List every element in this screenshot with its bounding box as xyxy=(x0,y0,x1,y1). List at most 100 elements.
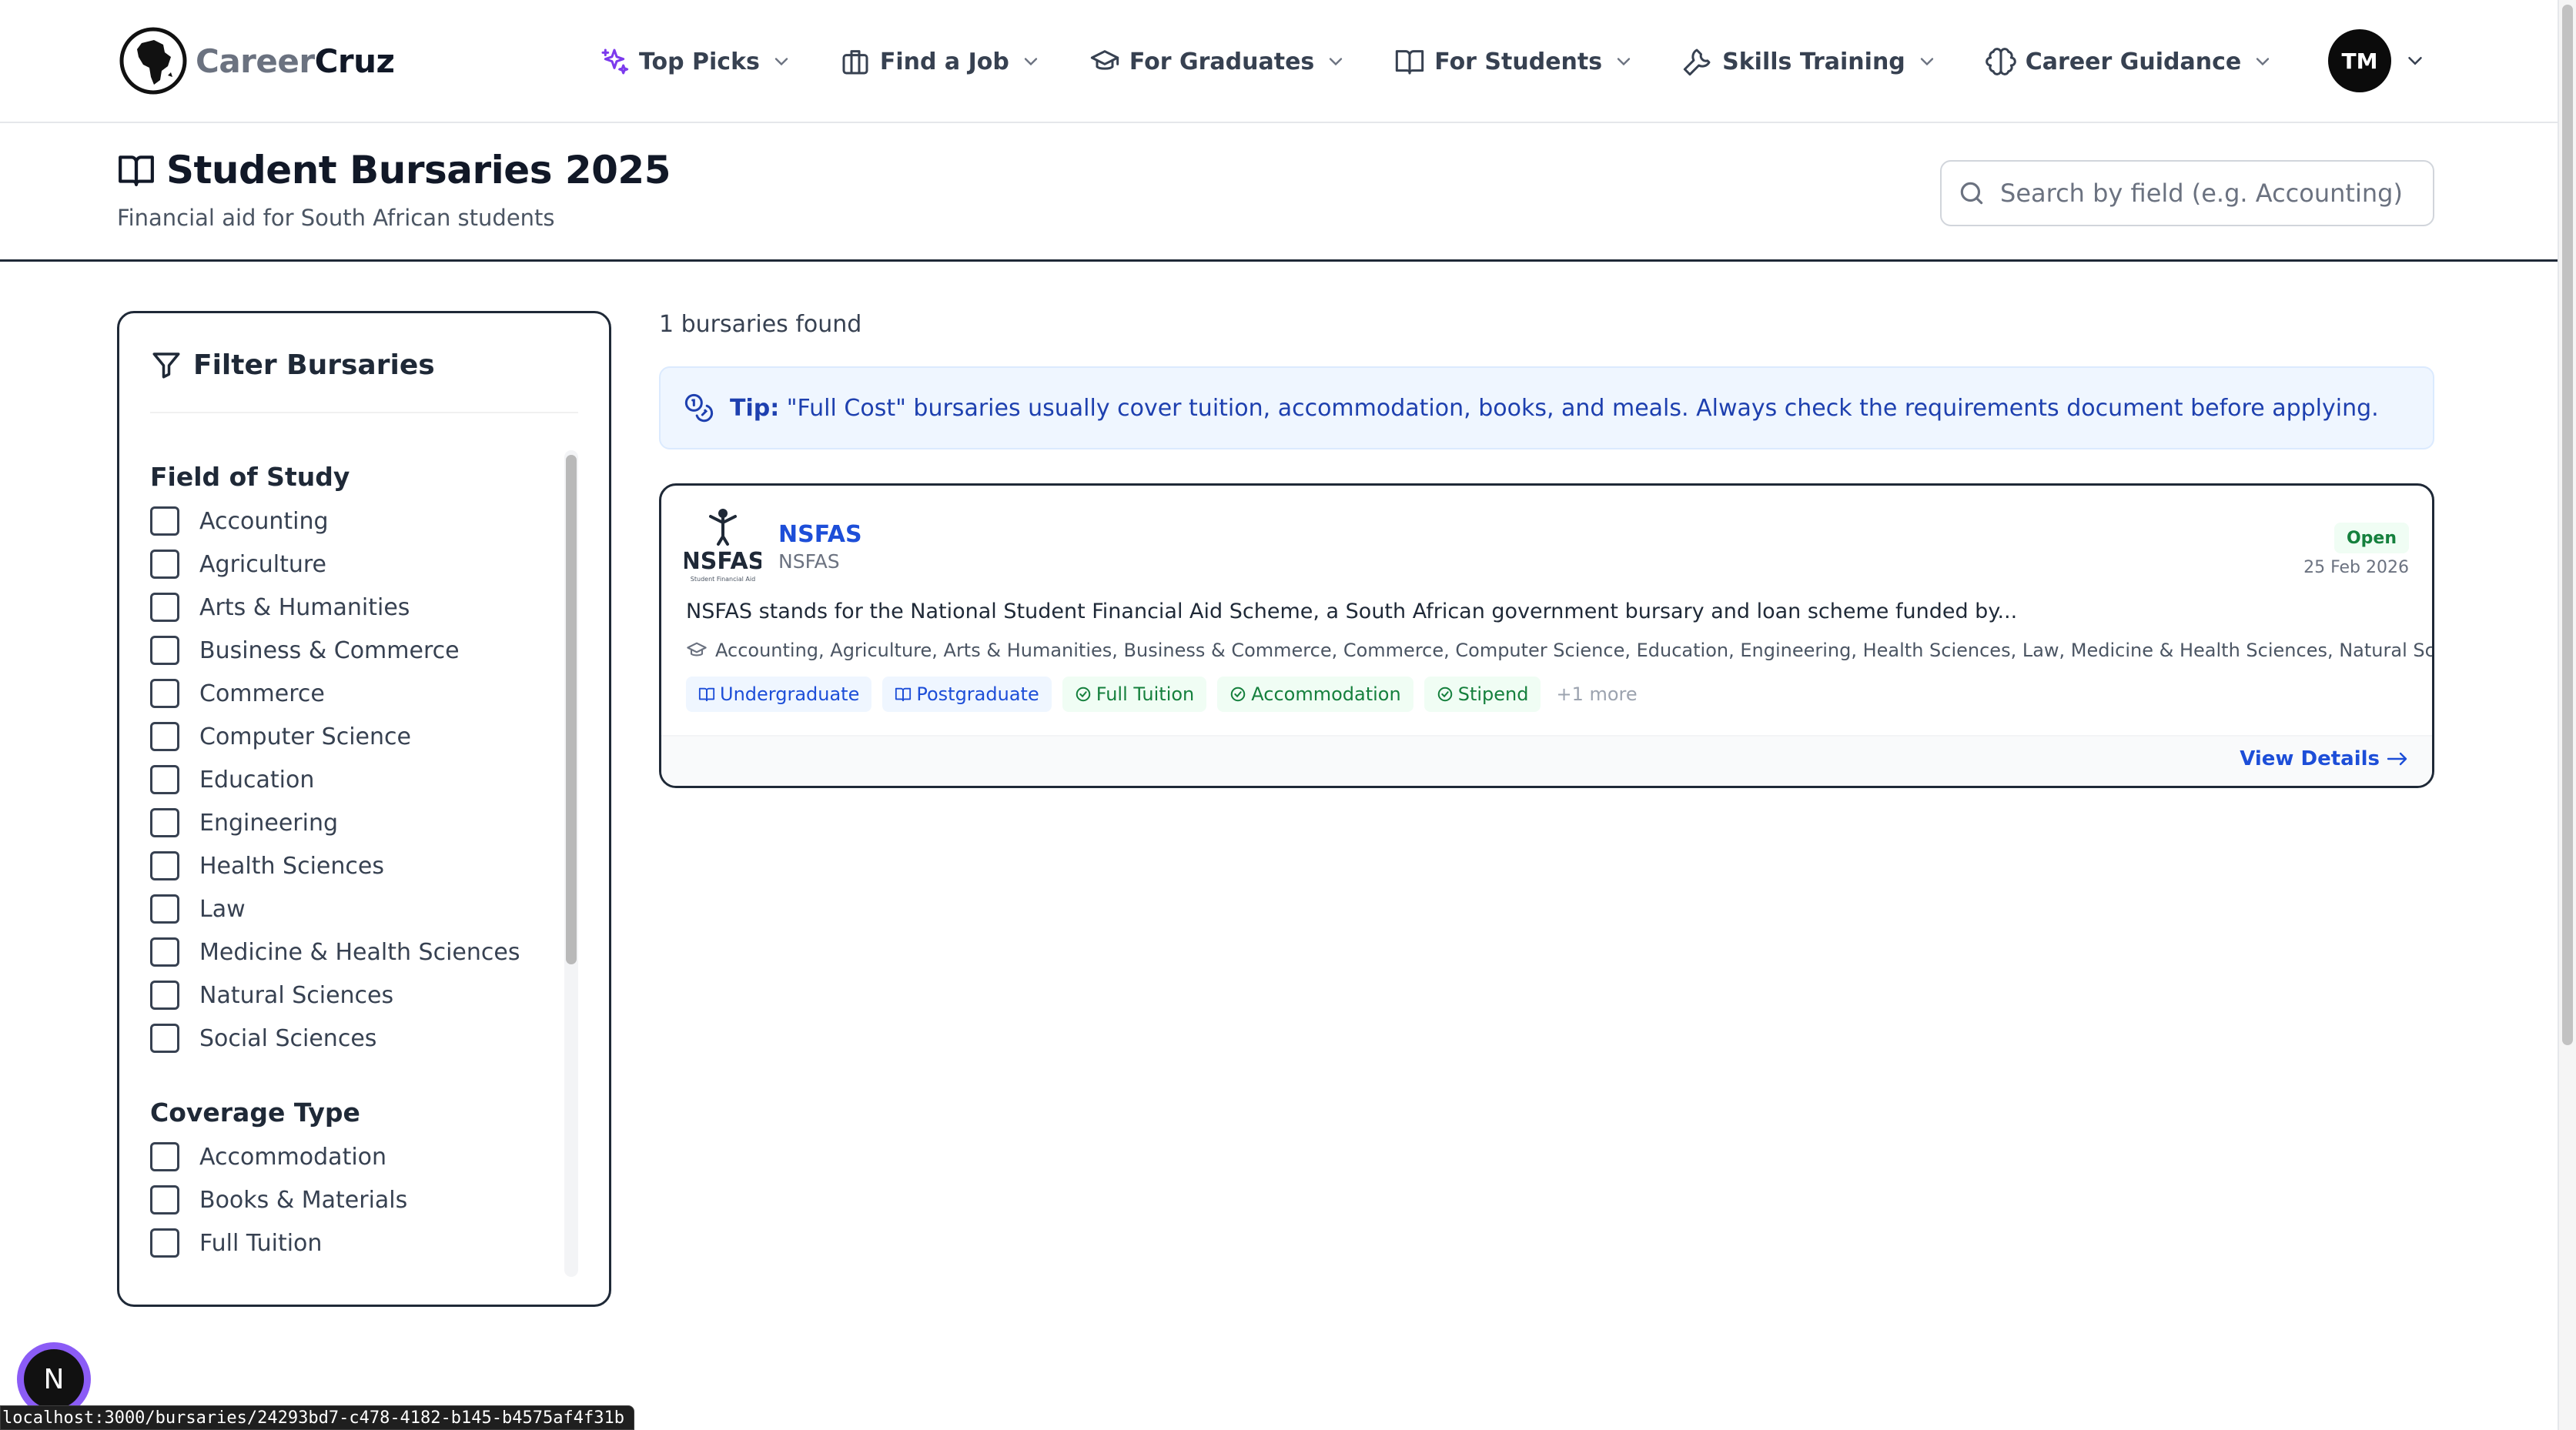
closing-date: 25 Feb 2026 xyxy=(2303,558,2409,577)
book-open-icon xyxy=(698,687,715,702)
tag-accommodation: Accommodation xyxy=(1217,677,1413,712)
page-subtitle: Financial aid for South African students xyxy=(117,205,555,231)
search-icon xyxy=(1960,182,1983,205)
sparkles-icon xyxy=(601,48,629,75)
filter-option-accommodation[interactable]: Accommodation xyxy=(150,1135,550,1178)
checkbox[interactable] xyxy=(150,506,179,536)
nav-skills-training[interactable]: Skills Training xyxy=(1682,46,1938,77)
checkbox[interactable] xyxy=(150,679,179,708)
briefcase-icon xyxy=(842,50,868,75)
arrow-right-icon xyxy=(2387,752,2407,766)
search-box[interactable] xyxy=(1940,160,2434,226)
dev-badge-letter: N xyxy=(24,1349,84,1409)
status-bar-url: localhost:3000/bursaries/24293bd7-c478-4… xyxy=(0,1405,634,1430)
checkbox[interactable] xyxy=(150,808,179,837)
chevron-down-icon xyxy=(774,58,788,66)
svg-text:NSFAS: NSFAS xyxy=(684,548,761,575)
tip-banner: Tip: "Full Cost" bursaries usually cover… xyxy=(659,366,2434,449)
filter-option-business-commerce[interactable]: Business & Commerce xyxy=(150,629,550,672)
bursary-card[interactable]: NSFAS Student Financial Aid NSFAS NSFAS … xyxy=(659,483,2434,788)
filter-option-law[interactable]: Law xyxy=(150,887,550,931)
filter-scroll-area[interactable]: Field of Study Accounting Agriculture Ar… xyxy=(150,450,550,1277)
filter-group-field-of-study: Field of Study Accounting Agriculture Ar… xyxy=(150,458,550,1060)
user-avatar[interactable]: TM xyxy=(2328,29,2391,92)
graduation-cap-icon xyxy=(687,642,707,657)
top-navbar: CareerCruz Top Picks Find a Job For Grad… xyxy=(0,0,2558,123)
filter-group-coverage-type: Coverage Type Accommodation Books & Mate… xyxy=(150,1094,550,1265)
checkbox[interactable] xyxy=(150,981,179,1010)
filter-option-books-materials[interactable]: Books & Materials xyxy=(150,1178,550,1221)
filter-scrollbar-thumb[interactable] xyxy=(566,455,577,964)
bursary-name[interactable]: NSFAS xyxy=(778,521,862,548)
chevron-down-icon xyxy=(1920,58,1933,66)
graduation-cap-icon xyxy=(1090,50,1119,70)
tag-undergraduate: Undergraduate xyxy=(686,677,872,712)
user-menu-chevron-icon[interactable] xyxy=(2404,49,2427,72)
filter-header: Filter Bursaries xyxy=(150,349,435,381)
checkbox[interactable] xyxy=(150,851,179,880)
tag-full-tuition: Full Tuition xyxy=(1062,677,1207,712)
filter-option-health-sciences[interactable]: Health Sciences xyxy=(150,844,550,887)
filter-option-engineering[interactable]: Engineering xyxy=(150,801,550,844)
nav-career-guidance[interactable]: Career Guidance xyxy=(1986,46,2273,77)
checkbox[interactable] xyxy=(150,550,179,579)
check-circle-icon xyxy=(1231,687,1246,702)
filter-option-accounting[interactable]: Accounting xyxy=(150,499,550,543)
checkbox[interactable] xyxy=(150,722,179,751)
bursary-provider: NSFAS xyxy=(778,550,840,573)
chevron-down-icon xyxy=(1330,58,1343,66)
check-circle-icon xyxy=(1076,687,1090,702)
page-scrollbar-thumb[interactable] xyxy=(2562,5,2573,1045)
checkbox[interactable] xyxy=(150,1024,179,1053)
filter-option-full-tuition[interactable]: Full Tuition xyxy=(150,1221,550,1265)
brand-logo[interactable]: CareerCruz xyxy=(119,26,395,95)
filter-option-natural-sciences[interactable]: Natural Sciences xyxy=(150,974,550,1017)
page-header: Student Bursaries 2025 Financial aid for… xyxy=(0,125,2558,262)
filter-divider xyxy=(150,412,578,413)
brand-name: CareerCruz xyxy=(196,42,395,80)
card-footer: View Details xyxy=(661,735,2432,786)
checkbox[interactable] xyxy=(150,1228,179,1258)
nav-for-students[interactable]: For Students xyxy=(1394,46,1634,77)
page-title-row: Student Bursaries 2025 xyxy=(117,148,671,192)
filter-option-education[interactable]: Education xyxy=(150,758,550,801)
filter-option-computer-science[interactable]: Computer Science xyxy=(150,715,550,758)
search-input[interactable] xyxy=(2000,179,2416,208)
checkbox[interactable] xyxy=(150,937,179,967)
filter-group-title: Coverage Type xyxy=(150,1098,360,1128)
filter-option-agriculture[interactable]: Agriculture xyxy=(150,543,550,586)
filter-option-social-sciences[interactable]: Social Sciences xyxy=(150,1017,550,1060)
nav-top-picks[interactable]: Top Picks xyxy=(599,46,792,77)
more-tags-count: +1 more xyxy=(1556,683,1638,705)
brain-icon xyxy=(1986,48,2016,75)
book-open-icon xyxy=(1396,50,1424,75)
wrench-icon xyxy=(1683,48,1711,76)
nav-for-graduates[interactable]: For Graduates xyxy=(1089,46,1347,77)
checkbox[interactable] xyxy=(150,894,179,924)
page-title: Student Bursaries 2025 xyxy=(166,148,671,192)
filter-sidebar: Filter Bursaries Field of Study Accounti… xyxy=(117,311,611,1307)
filter-option-medicine-health-sciences[interactable]: Medicine & Health Sciences xyxy=(150,931,550,974)
chevron-down-icon xyxy=(1617,58,1631,66)
filter-title: Filter Bursaries xyxy=(193,349,435,381)
filter-option-arts-humanities[interactable]: Arts & Humanities xyxy=(150,586,550,629)
view-details-link[interactable]: View Details xyxy=(2240,747,2409,770)
checkbox[interactable] xyxy=(150,1185,179,1214)
book-open-icon xyxy=(119,155,154,186)
bursary-fields: Accounting, Agriculture, Arts & Humaniti… xyxy=(686,640,2432,661)
main-nav: Top Picks Find a Job For Graduates For S… xyxy=(599,40,2321,83)
chevron-down-icon xyxy=(1024,58,1038,66)
checkbox[interactable] xyxy=(150,593,179,622)
bursary-tags: Undergraduate Postgraduate Full Tuition … xyxy=(686,677,1638,712)
bursary-description: NSFAS stands for the National Student Fi… xyxy=(686,600,2018,623)
tag-postgraduate: Postgraduate xyxy=(882,677,1052,712)
book-open-icon xyxy=(895,687,912,702)
checkbox[interactable] xyxy=(150,1142,179,1171)
africa-globe-logo-icon xyxy=(119,27,187,95)
filter-option-commerce[interactable]: Commerce xyxy=(150,672,550,715)
checkbox[interactable] xyxy=(150,636,179,665)
tag-stipend: Stipend xyxy=(1423,677,1541,712)
results-count: 1 bursaries found xyxy=(659,311,862,338)
nav-find-a-job[interactable]: Find a Job xyxy=(840,46,1042,77)
checkbox[interactable] xyxy=(150,765,179,794)
